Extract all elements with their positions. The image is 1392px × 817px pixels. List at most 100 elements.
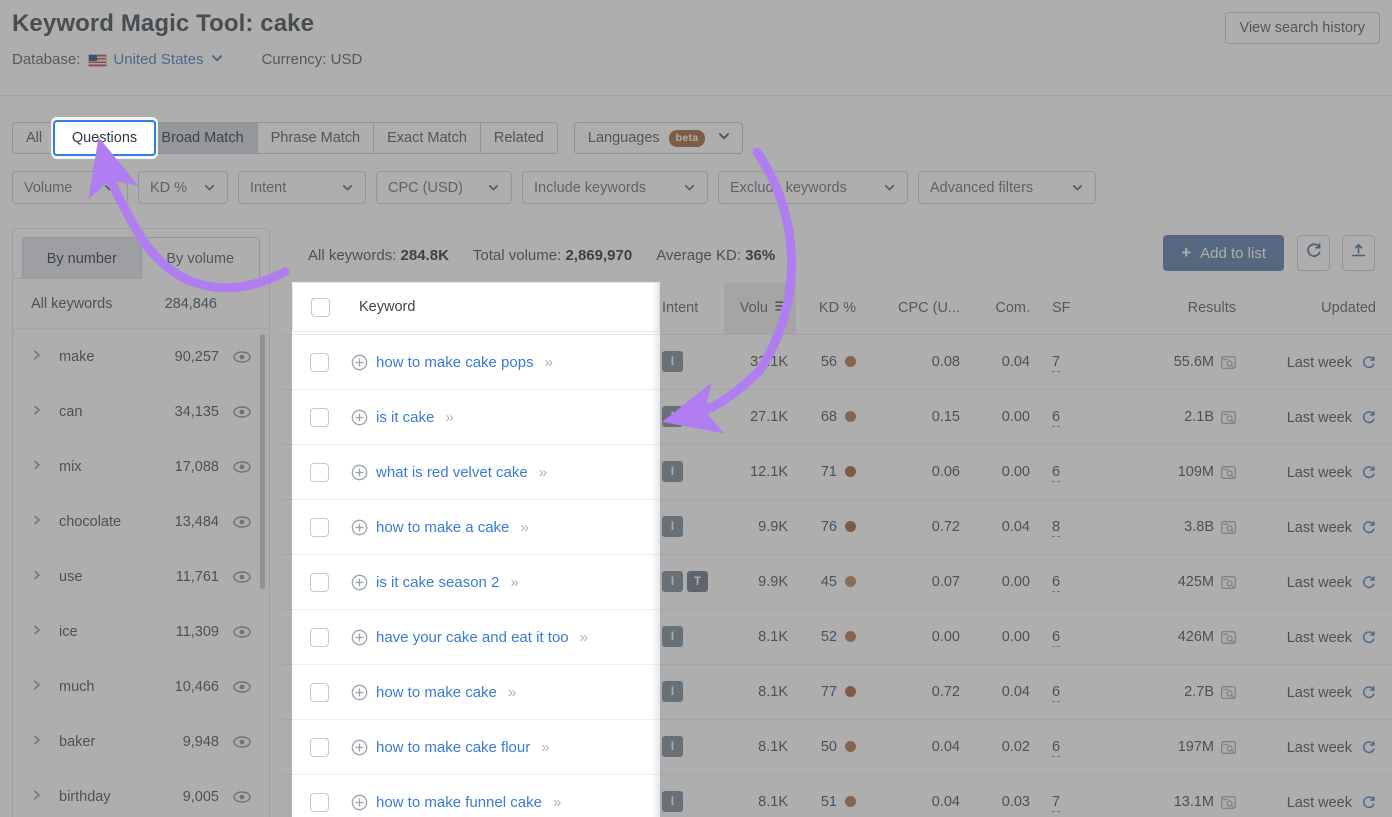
row-checkbox-cell[interactable] xyxy=(282,718,330,774)
sf-value[interactable]: 8 xyxy=(1052,518,1061,537)
refresh-icon[interactable] xyxy=(1361,740,1376,759)
refresh-icon[interactable] xyxy=(1361,795,1376,814)
eye-icon[interactable] xyxy=(229,405,251,418)
sf-cell[interactable]: 6 xyxy=(1038,388,1094,444)
intent-badge-i[interactable]: I xyxy=(662,626,683,647)
header-updated[interactable]: Updated xyxy=(1244,282,1392,335)
row-checkbox[interactable] xyxy=(300,570,319,589)
serp-icon[interactable] xyxy=(1221,521,1236,538)
export-button[interactable] xyxy=(1342,235,1375,271)
intent-badge-i[interactable]: I xyxy=(662,571,683,592)
add-keyword-icon[interactable] xyxy=(330,628,347,645)
tab-broad-match[interactable]: Broad Match xyxy=(148,123,258,153)
table-row[interactable]: how to make a cake » I 9.9K 76 0.72 0.04 8 3.8B L… xyxy=(282,498,1392,554)
sf-cell[interactable]: 8 xyxy=(1038,498,1094,554)
tab-phrase-match[interactable]: Phrase Match xyxy=(257,123,375,153)
header-sf[interactable]: SF xyxy=(1038,282,1094,335)
sf-cell[interactable]: 6 xyxy=(1038,663,1094,719)
add-to-list-button[interactable]: + Add to list xyxy=(1163,235,1284,271)
filter-advanced-filters[interactable]: Advanced filters xyxy=(918,171,1096,204)
serp-icon[interactable] xyxy=(1221,576,1236,593)
row-checkbox-cell[interactable] xyxy=(282,608,330,664)
expand-keyword-icon[interactable]: » xyxy=(424,408,432,425)
select-all-checkbox[interactable] xyxy=(300,296,319,316)
tab-related[interactable]: Related xyxy=(480,123,557,153)
sf-value[interactable]: 6 xyxy=(1052,683,1061,702)
intent-badge-t[interactable]: T xyxy=(687,571,708,592)
row-checkbox[interactable] xyxy=(300,405,319,424)
table-row[interactable]: how to make cake flour » I 8.1K 50 0.04 0.02 6 1… xyxy=(282,718,1392,774)
table-row[interactable]: how to make cake » I 8.1K 77 0.72 0.04 6 2.7B Las… xyxy=(282,663,1392,719)
sidebar-group-item[interactable]: birthday 9,005 xyxy=(13,769,269,817)
header-kd[interactable]: KD % xyxy=(796,282,882,335)
add-keyword-icon[interactable] xyxy=(330,738,347,755)
sf-value[interactable]: 6 xyxy=(1052,628,1061,647)
row-checkbox[interactable] xyxy=(300,460,319,479)
row-checkbox[interactable] xyxy=(300,625,319,644)
header-keyword[interactable]: Keyword xyxy=(330,282,650,335)
eye-icon[interactable] xyxy=(229,515,251,528)
eye-icon[interactable] xyxy=(229,790,251,803)
add-keyword-icon[interactable] xyxy=(330,573,347,590)
expand-keyword-icon[interactable]: » xyxy=(532,793,540,810)
header-intent[interactable]: Intent xyxy=(650,282,724,335)
intent-badge-i[interactable]: I xyxy=(662,516,683,537)
intent-badge-i[interactable]: I xyxy=(662,736,683,757)
serp-icon[interactable] xyxy=(1221,411,1236,428)
table-row[interactable]: what is red velvet cake » I 12.1K 71 0.06 0.00… xyxy=(282,443,1392,499)
add-keyword-icon[interactable] xyxy=(330,353,347,370)
serp-icon[interactable] xyxy=(1221,741,1236,758)
row-checkbox-cell[interactable] xyxy=(282,388,330,444)
filter-cpc-usd[interactable]: CPC (USD) xyxy=(376,171,512,204)
filter-include-keywords[interactable]: Include keywords xyxy=(522,171,708,204)
table-row[interactable]: is it cake » I 27.1K 68 0.15 0.00 6 2.1B Last wee… xyxy=(282,388,1392,444)
eye-icon[interactable] xyxy=(229,735,251,748)
expand-keyword-icon[interactable]: » xyxy=(518,463,526,480)
refresh-icon[interactable] xyxy=(1361,355,1376,374)
intent-badge-i[interactable]: I xyxy=(662,406,683,427)
filter-volume[interactable]: Volume xyxy=(12,171,128,204)
eye-icon[interactable] xyxy=(229,460,251,473)
table-row[interactable]: is it cake season 2 » I T 9.9K 45 0.07 0.00 6 425… xyxy=(282,553,1392,609)
sidebar-group-item[interactable]: can 34,135 xyxy=(13,384,269,439)
row-checkbox-cell[interactable] xyxy=(282,333,330,389)
sidebar-scrollbar[interactable] xyxy=(260,334,265,589)
sf-cell[interactable]: 7 xyxy=(1038,333,1094,389)
sf-value[interactable]: 7 xyxy=(1052,793,1061,812)
database-value[interactable]: United States xyxy=(113,51,203,68)
sf-cell[interactable]: 6 xyxy=(1038,443,1094,499)
keyword-link[interactable]: what is red velvet cake xyxy=(355,463,507,480)
tab-all[interactable]: All xyxy=(13,123,57,153)
sf-value[interactable]: 6 xyxy=(1052,408,1061,427)
eye-icon[interactable] xyxy=(229,625,251,638)
sidebar-tab-by-volume[interactable]: By volume xyxy=(140,237,260,279)
keyword-link[interactable]: how to make a cake xyxy=(355,518,488,535)
intent-badge-i[interactable]: I xyxy=(662,791,683,813)
table-row[interactable]: how to make cake pops » I 33.1K 56 0.08 0.04 7 5… xyxy=(282,333,1392,389)
serp-icon[interactable] xyxy=(1221,686,1236,703)
sf-cell[interactable]: 6 xyxy=(1038,718,1094,774)
view-search-history-button[interactable]: View search history xyxy=(1224,12,1380,44)
select-all-header[interactable] xyxy=(282,282,330,335)
table-row[interactable]: how to make funnel cake » I 8.1K 51 0.04 0.03 7… xyxy=(282,773,1392,817)
refresh-icon[interactable] xyxy=(1361,520,1376,539)
expand-keyword-icon[interactable]: » xyxy=(487,683,495,700)
keyword-link[interactable]: how to make funnel cake xyxy=(355,793,521,810)
keyword-link[interactable]: is it cake xyxy=(355,408,413,425)
header-cpc[interactable]: CPC (U... xyxy=(882,282,968,335)
sf-value[interactable]: 6 xyxy=(1052,573,1061,592)
add-keyword-icon[interactable] xyxy=(330,408,347,425)
row-checkbox-cell[interactable] xyxy=(282,443,330,499)
filter-kd[interactable]: KD % xyxy=(138,171,228,204)
row-checkbox-cell[interactable] xyxy=(282,553,330,609)
sidebar-group-item[interactable]: use 11,761 xyxy=(13,549,269,604)
tab-exact-match[interactable]: Exact Match xyxy=(374,123,481,153)
sidebar-tab-by-number[interactable]: By number xyxy=(22,237,142,279)
sidebar-group-item[interactable]: ice 11,309 xyxy=(13,604,269,659)
keyword-link[interactable]: how to make cake flour xyxy=(355,738,509,755)
add-keyword-icon[interactable] xyxy=(330,518,347,535)
add-keyword-icon[interactable] xyxy=(330,463,347,480)
row-checkbox[interactable] xyxy=(300,350,319,369)
intent-badge-i[interactable]: I xyxy=(662,461,683,482)
header-com[interactable]: Com. xyxy=(968,282,1038,335)
